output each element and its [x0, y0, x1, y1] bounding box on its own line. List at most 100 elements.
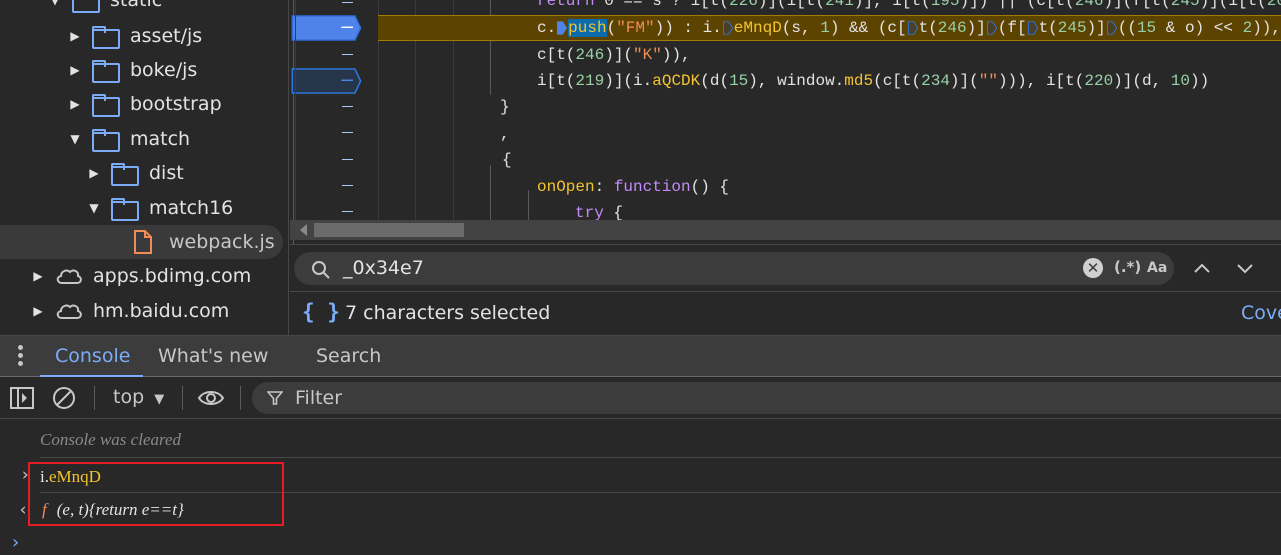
code-line-paused: c. push ("FM")) : i. eMnqD (s, 1) && (c[t(24… — [378, 15, 1281, 41]
tree-item-asset-js[interactable]: ▶ asset/js — [68, 19, 202, 53]
tree-item-label: boke/js — [130, 59, 198, 81]
indent-guide — [490, 165, 491, 220]
inline-breakpoint-icon[interactable] — [1027, 20, 1038, 36]
search-input[interactable]: _0x34e7 ✕ (.*) Aa — [294, 252, 1174, 285]
inline-breakpoint-active-icon[interactable] — [557, 20, 568, 36]
live-expression-eye-icon[interactable] — [197, 388, 225, 408]
console-output: Console was cleared › i.eMnqD ‹ f (e, t){… — [0, 420, 1281, 555]
tree-item-dist[interactable]: ▶ dist — [87, 156, 184, 190]
chevron-right-icon: ▶ — [70, 29, 80, 43]
gutter-marker — [342, 185, 353, 186]
console-prompt-icon[interactable]: › — [10, 532, 21, 553]
search-query[interactable]: _0x34e7 — [343, 257, 424, 279]
console-toolbar: top ▼ Filter — [0, 377, 1281, 419]
filter-placeholder: Filter — [295, 387, 343, 409]
tree-item-match[interactable]: ▼ match — [68, 122, 190, 156]
selection-status: 7 characters selected — [345, 302, 551, 324]
tree-item-label: webpack.js — [169, 231, 275, 253]
match-case-toggle[interactable]: Aa — [1147, 260, 1167, 276]
inline-breakpoint-icon[interactable] — [907, 20, 918, 36]
gutter-marker — [342, 106, 353, 107]
toolbar-divider — [182, 386, 183, 410]
gutter-marker — [342, 159, 353, 160]
horizontal-scrollbar[interactable] — [290, 220, 1281, 240]
cloud-icon — [56, 269, 82, 284]
file-tree: ▼ static ▶ asset/js ▶ boke/js ▶ bootstra… — [0, 0, 289, 335]
code-line: } — [500, 98, 510, 116]
clear-search-icon[interactable]: ✕ — [1083, 258, 1103, 278]
inline-breakpoint-icon[interactable] — [1106, 20, 1117, 36]
inline-breakpoint-icon[interactable] — [986, 20, 997, 36]
tree-item-label: bootstrap — [130, 93, 222, 115]
console-cleared-message: Console was cleared — [40, 430, 182, 449]
chevron-up-icon[interactable] — [1192, 258, 1212, 278]
gutter-marker — [342, 2, 353, 3]
gutter-marker — [342, 54, 353, 55]
tree-item-label: dist — [149, 162, 184, 184]
tree-item-boke-js[interactable]: ▶ boke/js — [68, 53, 197, 87]
tree-item-label: static — [110, 0, 163, 11]
drawer-tabbar: Console What's new Search — [0, 335, 1281, 377]
tree-item-static[interactable]: ▼ static — [48, 0, 162, 17]
folder-icon — [92, 94, 120, 117]
tree-item-apps-bdimg[interactable]: ▶ apps.bdimg.com — [31, 259, 251, 293]
tree-item-webpack-js[interactable]: webpack.js — [0, 225, 283, 259]
toolbar-divider — [240, 386, 241, 410]
chevron-right-icon: ▶ — [70, 63, 80, 77]
filter-input[interactable]: Filter — [252, 382, 1281, 414]
folder-icon — [92, 60, 120, 83]
tree-item-label: match16 — [149, 197, 234, 219]
tab-console[interactable]: Console — [55, 345, 130, 367]
tab-whats-new[interactable]: What's new — [158, 345, 268, 367]
inline-breakpoint-icon[interactable] — [722, 20, 733, 36]
chevron-right-icon: ▶ — [33, 269, 43, 283]
filter-icon — [267, 391, 283, 405]
code-line: { — [502, 151, 512, 169]
selected-token: push — [568, 19, 607, 37]
folder-icon — [111, 163, 139, 186]
code-line: onOpen: function() { — [537, 178, 730, 196]
breakpoint-inactive-icon[interactable] — [290, 68, 362, 94]
tab-search[interactable]: Search — [316, 345, 381, 367]
toolbar-divider — [94, 386, 95, 410]
context-selector[interactable]: top ▼ — [113, 386, 164, 408]
breakpoint-active-icon[interactable] — [290, 15, 362, 41]
annotation-highlight-box — [28, 462, 284, 526]
clear-console-icon[interactable] — [52, 386, 76, 410]
tree-item-label: asset/js — [130, 25, 203, 47]
more-options-icon[interactable] — [18, 345, 24, 369]
tree-item-label: hm.baidu.com — [93, 300, 230, 322]
chevron-down-icon: ▼ — [70, 132, 80, 146]
folder-icon — [92, 129, 120, 152]
search-bar: _0x34e7 ✕ (.*) Aa — [290, 244, 1281, 290]
tree-item-bootstrap[interactable]: ▶ bootstrap — [68, 87, 222, 121]
tree-item-label: apps.bdimg.com — [93, 265, 252, 287]
code-line: c[t(246)]("K")), — [537, 46, 691, 64]
chevron-down-icon[interactable] — [1235, 258, 1255, 278]
scroll-left-arrow-icon[interactable] — [300, 224, 307, 236]
chevron-right-icon: ▶ — [33, 304, 43, 318]
tree-item-hm-baidu[interactable]: ▶ hm.baidu.com — [31, 294, 229, 328]
dropdown-arrow-icon: ▼ — [154, 392, 165, 407]
code-line: return 0 == s ? i[t(226)](i[t(241)], i[t… — [537, 0, 1281, 14]
tree-item-match16[interactable]: ▼ match16 — [87, 191, 233, 225]
regex-toggle[interactable]: (.*) — [1114, 258, 1141, 276]
code-editor[interactable]: return 0 == s ? i[t(226)](i[t(241)], i[t… — [290, 0, 1281, 244]
pretty-print-icon[interactable]: { } — [302, 300, 340, 324]
output-return-icon: ‹ — [18, 500, 29, 520]
gutter-marker — [342, 211, 353, 212]
chevron-right-icon: ▶ — [70, 97, 80, 111]
chevron-down-icon: ▼ — [89, 201, 99, 215]
code-line: , — [500, 125, 510, 143]
scrollbar-thumb[interactable] — [314, 223, 464, 237]
tree-item-label: match — [130, 128, 191, 150]
folder-icon — [111, 198, 139, 221]
message-divider — [40, 457, 1281, 458]
coverage-link[interactable]: Cove — [1241, 302, 1281, 324]
folder-icon — [72, 0, 100, 13]
sidebar-toggle-icon[interactable] — [10, 387, 34, 409]
chevron-down-icon: ▼ — [50, 0, 60, 7]
code-token: return — [537, 0, 595, 10]
context-label: top — [113, 386, 145, 408]
search-icon — [312, 261, 330, 279]
